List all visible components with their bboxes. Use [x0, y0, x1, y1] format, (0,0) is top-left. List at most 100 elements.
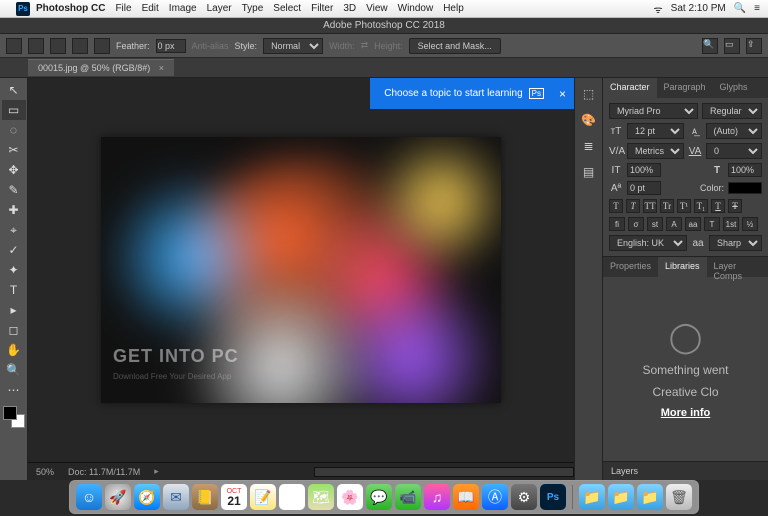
strikethrough-button[interactable]: Ŧ	[728, 199, 742, 213]
menu-layer[interactable]: Layer	[207, 3, 232, 14]
workspace-switcher-icon[interactable]: ▭	[724, 38, 740, 54]
ligatures-button[interactable]: fi	[609, 217, 625, 231]
allcaps-button[interactable]: TT	[643, 199, 657, 213]
dock-photoshop[interactable]: Ps	[540, 484, 566, 510]
selection-add-icon[interactable]	[50, 38, 66, 54]
dock-safari[interactable]: 🧭	[134, 484, 160, 510]
learn-panel-icon[interactable]: ▤	[579, 162, 599, 182]
dock-folder-1[interactable]: 📁	[579, 484, 605, 510]
dock-launchpad[interactable]: 🚀	[105, 484, 131, 510]
menu-edit[interactable]: Edit	[142, 3, 159, 14]
dock-contacts[interactable]: 📒	[192, 484, 218, 510]
underline-button[interactable]: T	[711, 199, 725, 213]
swash-button[interactable]: A	[666, 217, 682, 231]
dock-folder-3[interactable]: 📁	[637, 484, 663, 510]
dock-facetime[interactable]: 📹	[395, 484, 421, 510]
marquee-tool[interactable]: ▭	[2, 100, 26, 120]
libraries-more-info-link[interactable]: More info	[661, 407, 711, 419]
selection-new-icon[interactable]	[28, 38, 44, 54]
document-canvas[interactable]: GET INTO PC Download Free Your Desired A…	[101, 137, 501, 403]
dock-notes[interactable]: 📝	[250, 484, 276, 510]
baseline-input[interactable]	[627, 181, 661, 195]
tab-glyphs[interactable]: Glyphs	[713, 78, 755, 98]
superscript-button[interactable]: T¹	[677, 199, 691, 213]
font-family-select[interactable]: Myriad Pro	[609, 103, 698, 119]
spotlight-icon[interactable]: 🔍	[734, 3, 746, 14]
dock-calendar[interactable]: OCT21	[221, 484, 247, 510]
hand-tool[interactable]: ✋	[2, 340, 26, 360]
menu-help[interactable]: Help	[443, 3, 464, 14]
menu-view[interactable]: View	[366, 3, 388, 14]
subscript-button[interactable]: T₁	[694, 199, 708, 213]
smallcaps-button[interactable]: Tr	[660, 199, 674, 213]
edit-toolbar-icon[interactable]: ⋯	[2, 380, 26, 400]
menu-extras-icon[interactable]: ≡	[754, 3, 760, 14]
select-and-mask-button[interactable]: Select and Mask...	[409, 38, 501, 54]
healing-tool[interactable]: ✚	[2, 200, 26, 220]
status-arrow-icon[interactable]: ▸	[154, 466, 159, 477]
foreground-swatch[interactable]	[3, 406, 17, 420]
menu-select[interactable]: Select	[273, 3, 301, 14]
tool-preset-picker[interactable]	[6, 38, 22, 54]
tab-libraries[interactable]: Libraries	[658, 257, 707, 277]
stylistic-alt-button[interactable]: aa	[685, 217, 701, 231]
faux-bold-button[interactable]: T	[609, 199, 623, 213]
tab-paragraph[interactable]: Paragraph	[657, 78, 713, 98]
dock-maps[interactable]: 🗺	[308, 484, 334, 510]
menu-type[interactable]: Type	[242, 3, 264, 14]
text-color-swatch[interactable]	[728, 182, 762, 194]
swatches-panel-icon[interactable]: ≣	[579, 136, 599, 156]
menu-image[interactable]: Image	[169, 3, 197, 14]
layers-panel-header[interactable]: Layers	[603, 461, 768, 480]
language-select[interactable]: English: UK	[609, 235, 687, 251]
antialias-select[interactable]: Sharp	[709, 235, 762, 251]
style-select[interactable]: Normal	[263, 38, 323, 54]
tooltip-close-icon[interactable]: ×	[559, 87, 566, 101]
path-tool[interactable]: ▸	[2, 300, 26, 320]
shape-tool[interactable]: ◻	[2, 320, 26, 340]
share-icon[interactable]: ⇪	[746, 38, 762, 54]
menu-window[interactable]: Window	[398, 3, 434, 14]
font-style-select[interactable]: Regular	[702, 103, 762, 119]
clock[interactable]: Sat 2:10 PM	[671, 3, 726, 14]
titling-alt-button[interactable]: T	[704, 217, 720, 231]
quick-select-tool[interactable]: ✂	[2, 140, 26, 160]
dock-appstore[interactable]: Ⓐ	[482, 484, 508, 510]
stamp-tool[interactable]: ✓	[2, 240, 26, 260]
fractions-button[interactable]: ½	[742, 217, 758, 231]
app-menu[interactable]: Photoshop CC	[36, 3, 105, 14]
canvas-viewport[interactable]: Choose a topic to start learning Ps × GE…	[28, 78, 574, 462]
dock-folder-2[interactable]: 📁	[608, 484, 634, 510]
tab-character[interactable]: Character	[603, 78, 657, 98]
menu-filter[interactable]: Filter	[311, 3, 333, 14]
eyedropper-tool[interactable]: ✎	[2, 180, 26, 200]
tab-close-icon[interactable]: ×	[159, 63, 164, 73]
faux-italic-button[interactable]: T	[626, 199, 640, 213]
dock-finder[interactable]: ☺	[76, 484, 102, 510]
dock-system-preferences[interactable]: ⚙	[511, 484, 537, 510]
tab-layer-comps[interactable]: Layer Comps	[707, 257, 768, 277]
document-tab[interactable]: 00015.jpg @ 50% (RGB/8#) ×	[28, 59, 174, 76]
tab-properties[interactable]: Properties	[603, 257, 658, 277]
lasso-tool[interactable]: ◌	[2, 120, 26, 140]
feather-input[interactable]	[156, 39, 186, 53]
color-panel-icon[interactable]: 🎨	[579, 110, 599, 130]
selection-subtract-icon[interactable]	[72, 38, 88, 54]
dock-messages[interactable]: 💬	[366, 484, 392, 510]
ordinals-button[interactable]: 1st	[723, 217, 739, 231]
discretionary-lig-button[interactable]: st	[647, 217, 663, 231]
eraser-tool[interactable]: ✦	[2, 260, 26, 280]
hscale-input[interactable]	[728, 163, 762, 177]
doc-size[interactable]: Doc: 11.7M/11.7M	[68, 467, 140, 477]
search-icon[interactable]: 🔍	[702, 38, 718, 54]
menu-file[interactable]: File	[115, 3, 131, 14]
brush-tool[interactable]: ⌖	[2, 220, 26, 240]
kerning-select[interactable]: Metrics	[627, 143, 684, 159]
dock-reminders[interactable]: ☑	[279, 484, 305, 510]
dock-photos[interactable]: 🌸	[337, 484, 363, 510]
wifi-icon[interactable]: ᯤ	[654, 2, 663, 16]
contextual-alt-button[interactable]: σ	[628, 217, 644, 231]
tracking-select[interactable]: 0	[706, 143, 762, 159]
vscale-input[interactable]	[627, 163, 661, 177]
selection-intersect-icon[interactable]	[94, 38, 110, 54]
